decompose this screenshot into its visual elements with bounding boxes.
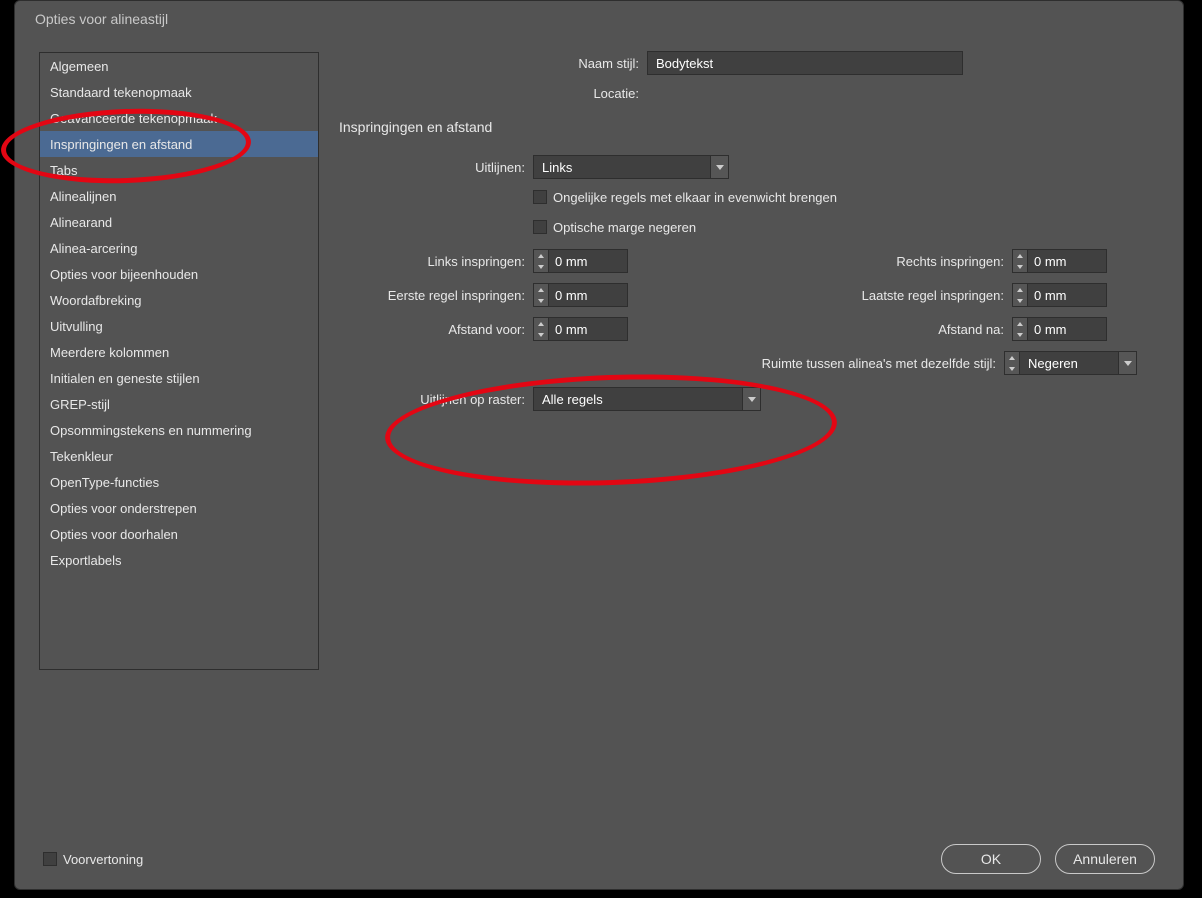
links-inspringen-input[interactable] xyxy=(548,249,628,273)
dialog-footer: Voorvertoning OK Annuleren xyxy=(15,829,1183,889)
links-inspringen-label: Links inspringen: xyxy=(339,254,525,269)
chevron-down-icon xyxy=(1118,352,1136,374)
sidebar-item[interactable]: Woordafbreking xyxy=(40,287,318,313)
ruimte-dropdown[interactable]: Negeren xyxy=(1019,351,1137,375)
dialog-title: Opties voor alineastijl xyxy=(15,1,1183,39)
rechts-inspringen-label: Rechts inspringen: xyxy=(628,254,1004,269)
ongelijke-label: Ongelijke regels met elkaar in evenwicht… xyxy=(553,190,837,205)
sidebar-item[interactable]: Opsommingstekens en nummering xyxy=(40,417,318,443)
chevron-down-icon xyxy=(710,156,728,178)
uitlijnen-dropdown[interactable]: Links xyxy=(533,155,729,179)
ok-button[interactable]: OK xyxy=(941,844,1041,874)
afstand-voor-label: Afstand voor: xyxy=(339,322,525,337)
afstand-na-label: Afstand na: xyxy=(628,322,1004,337)
sidebar-item[interactable]: Geavanceerde tekenopmaak xyxy=(40,105,318,131)
uitlijnen-label: Uitlijnen: xyxy=(339,160,525,175)
paragraph-style-options-dialog: Opties voor alineastijl AlgemeenStandaar… xyxy=(14,0,1184,890)
afstand-na-stepper[interactable] xyxy=(1012,317,1027,341)
sidebar-item[interactable]: Alinea-arcering xyxy=(40,235,318,261)
laatste-regel-stepper[interactable] xyxy=(1012,283,1027,307)
afstand-voor-stepper[interactable] xyxy=(533,317,548,341)
sidebar-item[interactable]: OpenType-functies xyxy=(40,469,318,495)
sidebar-item[interactable]: Tekenkleur xyxy=(40,443,318,469)
naam-stijl-label: Naam stijl: xyxy=(339,56,639,71)
section-title: Inspringingen en afstand xyxy=(339,119,1159,135)
links-inspringen-stepper[interactable] xyxy=(533,249,548,273)
laatste-regel-label: Laatste regel inspringen: xyxy=(628,288,1004,303)
sidebar-item[interactable]: Opties voor doorhalen xyxy=(40,521,318,547)
uitlijnen-value: Links xyxy=(534,160,710,175)
sidebar-item[interactable]: Algemeen xyxy=(40,53,318,79)
laatste-regel-input[interactable] xyxy=(1027,283,1107,307)
sidebar-item[interactable]: Alinealijnen xyxy=(40,183,318,209)
afstand-na-input[interactable] xyxy=(1027,317,1107,341)
eerste-regel-stepper[interactable] xyxy=(533,283,548,307)
main-panel: Naam stijl: Locatie: Inspringingen en af… xyxy=(339,43,1159,417)
voorvertoning-checkbox[interactable] xyxy=(43,852,57,866)
sidebar-item[interactable]: Opties voor onderstrepen xyxy=(40,495,318,521)
eerste-regel-label: Eerste regel inspringen: xyxy=(339,288,525,303)
chevron-down-icon xyxy=(742,388,760,410)
dialog-content: AlgemeenStandaard tekenopmaakGeavanceerd… xyxy=(39,43,1159,829)
sidebar-item[interactable]: Alinearand xyxy=(40,209,318,235)
naam-stijl-input[interactable] xyxy=(647,51,963,75)
raster-value: Alle regels xyxy=(534,392,742,407)
cancel-button[interactable]: Annuleren xyxy=(1055,844,1155,874)
optische-checkbox[interactable] xyxy=(533,220,547,234)
afstand-voor-input[interactable] xyxy=(548,317,628,341)
eerste-regel-input[interactable] xyxy=(548,283,628,307)
sidebar-item[interactable]: Inspringingen en afstand xyxy=(40,131,318,157)
raster-label: Uitlijnen op raster: xyxy=(339,392,525,407)
sidebar-item[interactable]: Opties voor bijeenhouden xyxy=(40,261,318,287)
sidebar-item[interactable]: Meerdere kolommen xyxy=(40,339,318,365)
ruimte-label: Ruimte tussen alinea's met dezelfde stij… xyxy=(339,356,996,371)
sidebar-item[interactable]: Initialen en geneste stijlen xyxy=(40,365,318,391)
rechts-inspringen-input[interactable] xyxy=(1027,249,1107,273)
ruimte-value: Negeren xyxy=(1020,356,1118,371)
sidebar-item[interactable]: Uitvulling xyxy=(40,313,318,339)
rechts-inspringen-stepper[interactable] xyxy=(1012,249,1027,273)
ongelijke-checkbox[interactable] xyxy=(533,190,547,204)
sidebar-item[interactable]: Exportlabels xyxy=(40,547,318,573)
sidebar-item[interactable]: GREP-stijl xyxy=(40,391,318,417)
raster-dropdown[interactable]: Alle regels xyxy=(533,387,761,411)
locatie-label: Locatie: xyxy=(339,86,639,101)
category-sidebar: AlgemeenStandaard tekenopmaakGeavanceerd… xyxy=(39,52,319,670)
sidebar-item[interactable]: Tabs xyxy=(40,157,318,183)
optische-label: Optische marge negeren xyxy=(553,220,696,235)
voorvertoning-label: Voorvertoning xyxy=(63,852,143,867)
sidebar-item[interactable]: Standaard tekenopmaak xyxy=(40,79,318,105)
ruimte-stepper[interactable] xyxy=(1004,351,1019,375)
